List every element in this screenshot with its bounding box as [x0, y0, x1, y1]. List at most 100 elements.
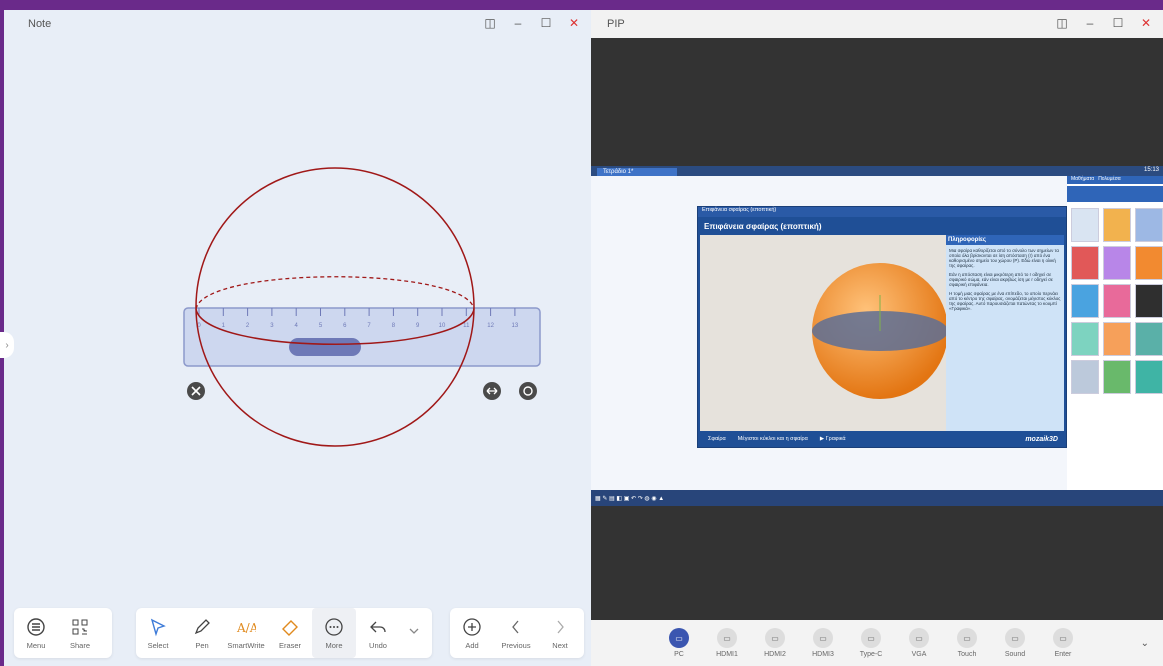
chevron-down-icon — [409, 628, 419, 634]
minimize-icon[interactable]: – — [511, 16, 525, 30]
pip-screen[interactable]: Τετράδιο 1* 15:13 Μαθήματα Πολυμέσα Επιφ… — [591, 166, 1163, 506]
minimize-icon[interactable]: – — [1083, 16, 1097, 30]
mozaik-header-title: Επιφάνεια σφαίρας (εποπτική) — [704, 221, 822, 231]
source-label: PC — [674, 651, 684, 658]
thumbnail-tile[interactable] — [1103, 208, 1131, 242]
sphere-viewport[interactable] — [700, 235, 948, 431]
thumbnail-tile[interactable] — [1071, 360, 1099, 394]
source-enter[interactable]: ▭ Enter — [1039, 628, 1087, 658]
ruler-tick-label: 13 — [512, 323, 519, 329]
tab-great-circles[interactable]: Μέγιστοι κύκλοι και η σφαίρα — [738, 436, 808, 442]
chevron-down-icon[interactable]: ⌄ — [1141, 638, 1149, 649]
split-view-icon[interactable]: ◫ — [1055, 16, 1069, 30]
share-label: Share — [69, 640, 90, 650]
sphere-scene — [812, 263, 948, 399]
source-label: VGA — [911, 651, 927, 658]
ruler-rotate-button[interactable] — [519, 382, 537, 400]
source-label: Type-C — [859, 651, 883, 658]
source-hdmi3[interactable]: ▭ HDMI3 — [799, 628, 847, 658]
smartwrite-tool-button[interactable]: A/A SmartWrite — [224, 608, 268, 658]
next-page-button[interactable]: Next — [538, 608, 582, 658]
thumbnail-tile[interactable] — [1103, 284, 1131, 318]
pen-label: Pen — [195, 640, 209, 650]
menu-label: Menu — [26, 640, 46, 650]
thumbnail-tile[interactable] — [1071, 322, 1099, 356]
thumbnail-tile[interactable] — [1071, 208, 1099, 242]
toolbar-page-group: Add Previous Next — [450, 608, 584, 658]
drawing-surface[interactable]: 0 1 2 3 4 5 6 7 8 9 10 11 12 13 — [4, 38, 591, 608]
source-type-c[interactable]: ▭ Type-C — [847, 628, 895, 658]
pen-tool-button[interactable]: Pen — [180, 608, 224, 658]
great-circle — [812, 311, 948, 351]
ruler-tick-label: 10 — [439, 323, 446, 329]
thumbnail-tile[interactable] — [1135, 208, 1163, 242]
tab-sphere[interactable]: Σφαίρα — [708, 436, 726, 442]
thumbnail-tile[interactable] — [1135, 360, 1163, 394]
add-label: Add — [465, 640, 479, 650]
thumbnail-tile[interactable] — [1071, 284, 1099, 318]
mozaik-brand: mozaik3D — [1025, 435, 1058, 443]
mozaik-bottom-tabs: Σφαίρα Μέγιστοι κύκλοι και η σφαίρα ▶ Γρ… — [698, 431, 1066, 447]
ruler-handle[interactable] — [289, 338, 361, 356]
source-vga[interactable]: ▭ VGA — [895, 628, 943, 658]
source-sound[interactable]: ▭ Sound — [991, 628, 1039, 658]
toolbar-collapse-button[interactable] — [400, 608, 428, 658]
tab-graphics[interactable]: ▶ Γραφικά — [820, 436, 846, 442]
ruler[interactable]: 0 1 2 3 4 5 6 7 8 9 10 11 12 13 — [183, 307, 541, 367]
thumbnail-tile[interactable] — [1103, 246, 1131, 280]
eraser-label: Eraser — [278, 640, 302, 650]
maximize-icon[interactable]: ☐ — [539, 16, 553, 30]
select-tool-button[interactable]: Select — [136, 608, 180, 658]
thumbnail-tile[interactable] — [1135, 284, 1163, 318]
info-panel: Πληροφορίες Μια σφαίρα καθορίζεται από τ… — [946, 235, 1064, 431]
drawn-circle — [195, 167, 475, 447]
thumbnail-tile[interactable] — [1135, 246, 1163, 280]
source-label: Sound — [1004, 651, 1026, 658]
side-tab-media[interactable]: Πολυμέσα — [1098, 176, 1121, 184]
source-label: HDMI2 — [764, 651, 786, 658]
close-icon[interactable]: ✕ — [567, 16, 581, 30]
pip-titlebar: PIP ◫ – ☐ ✕ — [591, 10, 1163, 38]
source-hdmi2[interactable]: ▭ HDMI2 — [751, 628, 799, 658]
note-title: Note — [28, 18, 52, 30]
previous-page-button[interactable]: Previous — [494, 608, 538, 658]
side-expand-handle[interactable]: › — [0, 332, 14, 358]
source-list: ▭ PC ▭ HDMI1 ▭ HDMI2 ▭ HDMI3 ▭ Type-C ▭ VGA ▭ Touch ▭ S… — [655, 628, 1087, 658]
next-label: Next — [552, 640, 568, 650]
source-pc[interactable]: ▭ PC — [655, 628, 703, 658]
smartwrite-icon: A/A — [236, 621, 256, 635]
close-icon[interactable]: ✕ — [1139, 16, 1153, 30]
app-tab-label: Τετράδιο 1* — [603, 169, 634, 175]
source-bar: ▭ PC ▭ HDMI1 ▭ HDMI2 ▭ HDMI3 ▭ Type-C ▭ VGA ▭ Touch ▭ S… — [591, 620, 1163, 666]
undo-label: Undo — [369, 640, 387, 650]
share-button[interactable]: Share — [58, 608, 102, 658]
toolbar-menu-group: Menu Share — [14, 608, 112, 658]
more-tool-button[interactable]: More — [312, 608, 356, 658]
undo-button[interactable]: Undo — [356, 608, 400, 658]
maximize-icon[interactable]: ☐ — [1111, 16, 1125, 30]
menu-icon — [27, 617, 45, 636]
thumbnail-tile[interactable] — [1103, 322, 1131, 356]
source-touch[interactable]: ▭ Touch — [943, 628, 991, 658]
thumbnail-tile[interactable] — [1103, 360, 1131, 394]
info-paragraph-3: Η τομή μιας σφαίρας με ένα επίπεδο, το ο… — [949, 291, 1061, 311]
more-icon — [325, 617, 343, 636]
ruler-resize-button[interactable] — [483, 382, 501, 400]
eraser-tool-button[interactable]: Eraser — [268, 608, 312, 658]
info-paragraph-1: Μια σφαίρα καθορίζεται από το σύνολο των… — [949, 248, 1059, 268]
source-hdmi1[interactable]: ▭ HDMI1 — [703, 628, 751, 658]
taskbar-tools[interactable]: ▦ ✎ ▤ ◧ ▣ ↶ ↷ ◍ ◉ ▲ — [595, 495, 664, 502]
add-page-button[interactable]: Add — [450, 608, 494, 658]
side-tab-lessons[interactable]: Μαθήματα — [1071, 176, 1094, 184]
chevron-left-icon — [512, 620, 519, 633]
mozaik-header: Επιφάνεια σφαίρας (εποπτική) — [698, 217, 1066, 235]
thumbnail-tile[interactable] — [1071, 246, 1099, 280]
menu-button[interactable]: Menu — [14, 608, 58, 658]
mozaik-window-title: Επιφάνεια σφαίρας (εποπτική) — [702, 207, 777, 213]
mozaik-window: Επιφάνεια σφαίρας (εποπτική) Επιφάνεια σ… — [697, 206, 1067, 448]
app-tab[interactable]: Τετράδιο 1* — [597, 168, 677, 176]
split-view-icon[interactable]: ◫ — [483, 16, 497, 30]
note-canvas[interactable]: 0 1 2 3 4 5 6 7 8 9 10 11 12 13 — [4, 38, 591, 608]
thumbnail-tile[interactable] — [1135, 322, 1163, 356]
ruler-close-button[interactable] — [187, 382, 205, 400]
